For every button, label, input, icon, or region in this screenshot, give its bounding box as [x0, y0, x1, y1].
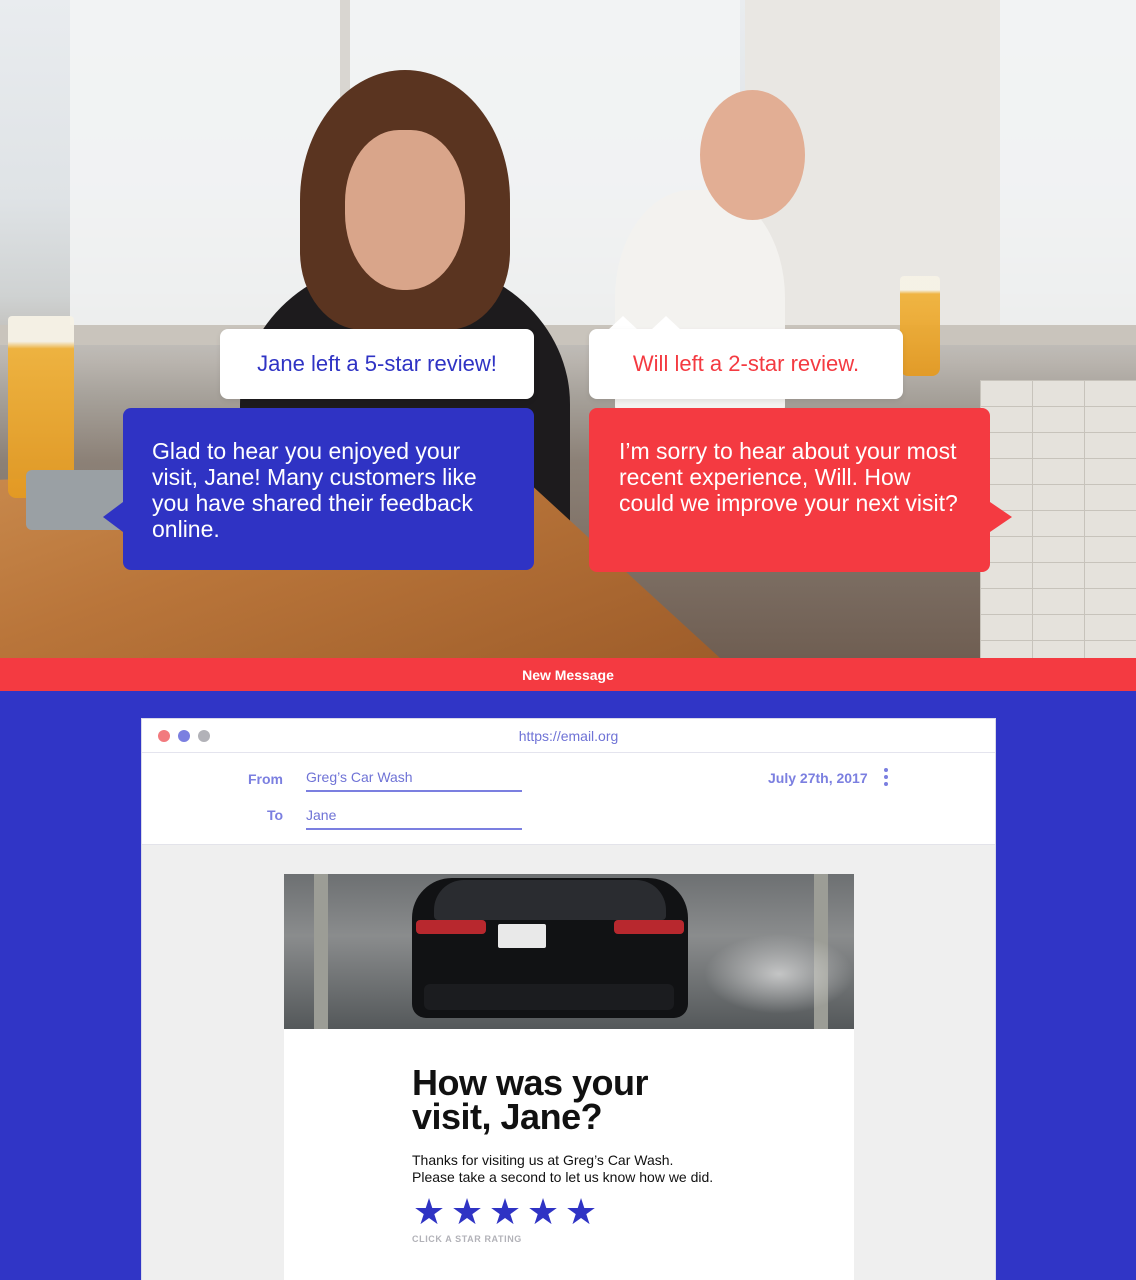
email-body-card: How was your visit, Jane? Thanks for vis…	[284, 874, 854, 1280]
car-taillight	[416, 920, 486, 934]
to-label: To	[267, 807, 284, 823]
star-icon[interactable]: ★	[524, 1194, 562, 1230]
url-text: https://email.org	[518, 728, 619, 744]
car-wash-photo	[284, 874, 854, 1029]
new-message-bar: New Message	[0, 658, 1136, 691]
email-body-line: Please take a second to let us know how …	[412, 1169, 714, 1185]
window-pane	[1000, 0, 1136, 340]
from-field[interactable]: Greg’s Car Wash	[306, 769, 522, 792]
email-headline: How was your visit, Jane?	[412, 1062, 649, 1137]
beer-glass	[900, 276, 940, 376]
email-window: https://email.org From Greg’s Car Wash T…	[141, 718, 996, 1280]
jane-reply-bubble: Glad to hear you enjoyed your visit, Jan…	[103, 408, 534, 570]
will-reply-text: I’m sorry to hear about your most recent…	[619, 438, 958, 516]
license-plate	[498, 924, 546, 948]
to-field[interactable]: Jane	[306, 807, 522, 830]
window-counter	[0, 325, 1136, 345]
will-reply-bubble: I’m sorry to hear about your most recent…	[589, 408, 1012, 572]
star-icon[interactable]: ★	[410, 1194, 448, 1230]
email-date: July 27th, 2017	[768, 770, 868, 786]
from-label: From	[248, 771, 283, 787]
will-review-label: Will left a 2-star review.	[589, 316, 903, 399]
jane-review-text: Jane left a 5-star review!	[257, 351, 497, 376]
woman-face	[345, 130, 465, 290]
more-options-icon[interactable]	[882, 768, 890, 790]
new-message-title: New Message	[522, 666, 614, 683]
star-icon[interactable]: ★	[486, 1194, 524, 1230]
star-icon[interactable]: ★	[562, 1194, 600, 1230]
will-review-text: Will left a 2-star review.	[632, 351, 860, 376]
rating-hint: CLICK A STAR RATING	[412, 1234, 522, 1244]
car-bumper	[424, 984, 674, 1010]
jane-review-label: Jane left a 5-star review!	[220, 316, 638, 399]
window-pane	[70, 0, 340, 340]
wash-pole	[314, 874, 328, 1029]
car-taillight	[614, 920, 684, 934]
window-titlebar: https://email.org	[142, 719, 995, 753]
water-spray	[704, 934, 854, 1014]
man-head	[700, 90, 805, 220]
email-headers: From Greg’s Car Wash To Jane July 27th, …	[142, 753, 995, 845]
star-icon[interactable]: ★	[448, 1194, 486, 1230]
jane-reply-text: Glad to hear you enjoyed your visit, Jan…	[152, 438, 477, 542]
star-rating: ★ ★ ★ ★ ★	[410, 1194, 600, 1230]
email-body-line: Thanks for visiting us at Greg’s Car Was…	[412, 1152, 674, 1168]
car-rear-window	[434, 880, 666, 920]
